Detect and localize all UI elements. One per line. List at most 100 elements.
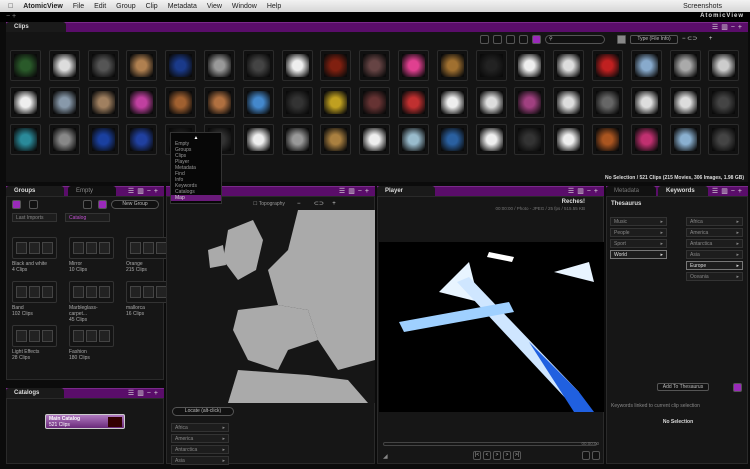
clip-thumbnail[interactable] — [320, 50, 352, 81]
clip-thumbnail[interactable] — [87, 87, 119, 118]
group-item[interactable]: Band 102 Clips — [12, 281, 57, 317]
add-icon[interactable] — [480, 35, 489, 44]
clip-thumbnail[interactable] — [48, 50, 80, 81]
clip-thumbnail[interactable] — [630, 87, 662, 118]
clip-thumbnail[interactable] — [359, 50, 391, 81]
clip-thumbnail[interactable] — [514, 50, 546, 81]
clip-thumbnail[interactable] — [669, 124, 701, 155]
clip-thumbnail[interactable] — [669, 87, 701, 118]
clip-thumbnail[interactable] — [10, 50, 41, 81]
menu-clip[interactable]: Clip — [146, 3, 158, 10]
new-group-button[interactable]: New Group — [111, 200, 159, 209]
clip-thumbnail[interactable] — [514, 124, 546, 155]
clip-thumbnail[interactable] — [242, 87, 274, 118]
catalog-button[interactable]: Catalog — [65, 213, 110, 222]
clip-thumbnail[interactable] — [398, 50, 429, 81]
europe-map[interactable] — [168, 210, 375, 403]
clip-thumbnail[interactable] — [553, 87, 585, 118]
region-item[interactable]: America ▸ — [171, 434, 229, 443]
clip-thumbnail[interactable] — [669, 50, 701, 81]
keyword-item[interactable]: Sport ▸ — [610, 239, 667, 248]
loop-button[interactable] — [582, 451, 590, 460]
folder-icon[interactable] — [12, 200, 21, 209]
clip-thumbnail[interactable] — [475, 87, 507, 118]
clip-thumbnail[interactable] — [630, 124, 662, 155]
clip-thumbnail[interactable] — [126, 124, 158, 155]
panel-controls[interactable]: ☰▥−+ — [128, 389, 161, 397]
keyword-item[interactable]: Europe ▸ — [686, 261, 743, 270]
menu-window[interactable]: Window — [232, 3, 257, 10]
clip-thumbnail[interactable] — [592, 50, 623, 81]
group-item[interactable]: mallorca 16 Clips — [126, 281, 171, 317]
search-input[interactable]: ⚲ — [545, 35, 605, 44]
clip-thumbnail[interactable] — [87, 50, 119, 81]
clip-thumbnail[interactable] — [514, 87, 546, 118]
clip-thumbnail[interactable] — [398, 87, 429, 118]
tag-icon[interactable] — [83, 200, 92, 209]
menu-screenshots[interactable]: Screenshots — [683, 3, 722, 10]
keyword-item[interactable]: Antarctica ▸ — [686, 239, 743, 248]
folder-icon[interactable] — [532, 35, 541, 44]
panel-controls[interactable]: ☰▥−+ — [339, 187, 372, 195]
clip-thumbnail[interactable] — [592, 124, 623, 155]
clip-thumbnail[interactable] — [204, 50, 235, 81]
map-zoom-slider[interactable]: − ⊂⊃ + — [297, 200, 336, 207]
clip-thumbnail[interactable] — [630, 50, 662, 81]
clip-thumbnail[interactable] — [242, 124, 274, 155]
panel-controls[interactable]: ☰▥−+ — [712, 187, 745, 195]
menu-file[interactable]: File — [73, 3, 84, 10]
main-catalog[interactable]: Main Catalog 521 Clips — [45, 414, 125, 429]
apple-icon[interactable]:  — [8, 3, 13, 10]
keyword-item[interactable]: Asia ▸ — [686, 250, 743, 259]
timeline-scrubber[interactable] — [383, 442, 597, 446]
clip-thumbnail[interactable] — [553, 124, 585, 155]
clip-thumbnail[interactable] — [10, 87, 41, 118]
menu-metadata[interactable]: Metadata — [168, 3, 197, 10]
window-min-max[interactable]: − + — [6, 13, 16, 20]
panel-controls[interactable]: ☰▥−+ — [712, 23, 745, 31]
page-icon[interactable] — [29, 200, 38, 209]
last-imports-button[interactable]: Last Imports — [12, 213, 57, 222]
last-frame-button[interactable]: >| — [513, 451, 521, 460]
clip-thumbnail[interactable] — [87, 124, 119, 155]
group-item[interactable]: Mirror 10 Clips — [69, 237, 114, 273]
clip-thumbnail[interactable] — [475, 124, 507, 155]
menu-view[interactable]: View — [207, 3, 222, 10]
panel-controls[interactable]: ☰▥−+ — [568, 187, 601, 195]
first-frame-button[interactable]: |< — [473, 451, 481, 460]
clip-thumbnail[interactable] — [281, 87, 313, 118]
clip-thumbnail[interactable] — [126, 50, 158, 81]
locate-button[interactable]: Locate (alt-click) — [172, 407, 234, 416]
group-item[interactable]: Orange 215 Clips — [126, 237, 171, 273]
clip-thumbnail[interactable] — [165, 50, 197, 81]
clip-thumbnail[interactable] — [165, 87, 197, 118]
menu-group[interactable]: Group — [116, 3, 135, 10]
next-button[interactable]: > — [503, 451, 511, 460]
clip-thumbnail[interactable] — [281, 50, 313, 81]
keyword-item[interactable]: World ▸ — [610, 250, 667, 259]
region-item[interactable]: Africa ▸ — [171, 423, 229, 432]
clip-thumbnail[interactable] — [281, 124, 313, 155]
clip-thumbnail[interactable] — [708, 87, 740, 118]
clip-thumbnail[interactable] — [436, 50, 468, 81]
clip-thumbnail[interactable] — [592, 87, 623, 118]
sort-icon[interactable] — [617, 35, 626, 44]
add-to-thesaurus-button[interactable]: Add To Thesaurus — [657, 383, 709, 391]
group-item[interactable]: Fashion 180 Clips — [69, 325, 114, 361]
group-item[interactable]: Marbleglass-carpet... 45 Clips — [69, 281, 114, 323]
region-item[interactable]: Asia ▸ — [171, 456, 229, 465]
clip-thumbnail[interactable] — [48, 87, 80, 118]
clip-thumbnail[interactable] — [436, 124, 468, 155]
menu-edit[interactable]: Edit — [94, 3, 106, 10]
clip-thumbnail[interactable] — [359, 124, 391, 155]
keyword-item[interactable]: America ▸ — [686, 228, 743, 237]
edit-icon[interactable] — [733, 383, 742, 392]
keyword-item[interactable]: Music ▸ — [610, 217, 667, 226]
clip-thumbnail[interactable] — [398, 124, 429, 155]
group-item[interactable]: Black and white 4 Clips — [12, 237, 57, 273]
clip-thumbnail[interactable] — [359, 87, 391, 118]
clip-thumbnail[interactable] — [475, 50, 507, 81]
clip-thumbnail[interactable] — [242, 50, 274, 81]
region-item[interactable]: Antarctica ▸ — [171, 445, 229, 454]
zoom-slider[interactable]: − ⊂⊃ + — [682, 35, 732, 44]
